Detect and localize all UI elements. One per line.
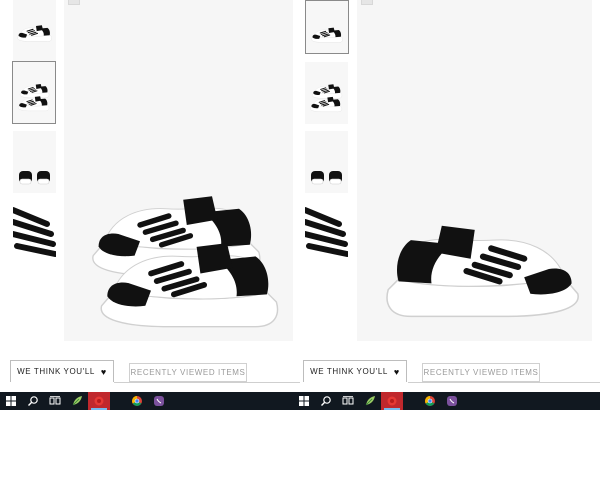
taskbar-spacer <box>110 392 126 410</box>
tab-label: RECENTLY VIEWED ITEMS <box>130 368 246 377</box>
sneaker-back-thumb-icon <box>311 171 342 185</box>
task-view-button[interactable] <box>337 392 359 410</box>
windows-start-button[interactable] <box>293 392 315 410</box>
tab-label: WE THINK YOU'LL <box>310 367 388 376</box>
viber-icon <box>447 396 457 406</box>
taskbar-app-feather[interactable] <box>66 392 88 410</box>
tab-label: RECENTLY VIEWED ITEMS <box>423 368 539 377</box>
thumbnail-side-view[interactable] <box>305 0 349 54</box>
zoom-toggle[interactable] <box>361 0 373 5</box>
taskbar-app-chrome[interactable] <box>126 392 148 410</box>
search-icon <box>28 396 38 406</box>
tabs-divider <box>408 382 600 383</box>
chrome-icon <box>425 396 435 406</box>
tab-we-think-youll[interactable]: WE THINK YOU'LL ♥ <box>303 360 407 382</box>
heart-icon: ♥ <box>100 366 107 377</box>
taskbar-app-feather[interactable] <box>359 392 381 410</box>
taskbar-search-button[interactable] <box>315 392 337 410</box>
sneaker-laces-closeup-thumb-icon <box>305 200 348 262</box>
viber-icon <box>154 396 164 406</box>
sneaker-laces-closeup-thumb-icon <box>13 200 56 262</box>
tab-recently-viewed[interactable]: RECENTLY VIEWED ITEMS <box>129 363 247 382</box>
windows-start-icon <box>6 396 16 406</box>
taskbar-app-red[interactable] <box>88 392 110 410</box>
thumbnail-side-view[interactable] <box>13 0 56 62</box>
task-view-button[interactable] <box>44 392 66 410</box>
feather-app-icon <box>72 396 82 406</box>
thumbnail-back-view[interactable] <box>13 131 56 193</box>
taskbar-app-viber[interactable] <box>441 392 463 410</box>
product-main-image[interactable] <box>64 0 293 341</box>
sneaker-pair-product-image <box>64 0 293 341</box>
sneaker-side-thumb-icon <box>16 24 53 43</box>
tabs-divider <box>114 382 300 383</box>
product-gallery-left: WE THINK YOU'LL ♥ RECENTLY VIEWED ITEMS <box>0 0 300 412</box>
heart-icon: ♥ <box>393 366 400 377</box>
taskbar-spacer <box>403 392 419 410</box>
task-view-icon <box>49 396 61 405</box>
taskbar-app-red[interactable] <box>381 392 403 410</box>
sneaker-single-product-image <box>357 0 592 341</box>
sneaker-back-thumb-icon <box>19 171 50 185</box>
thumbnail-pair-view[interactable] <box>305 62 348 124</box>
tab-recently-viewed[interactable]: RECENTLY VIEWED ITEMS <box>422 363 540 382</box>
sneaker-pair-thumb-icon <box>17 83 50 112</box>
recommendation-tabs: WE THINK YOU'LL ♥ RECENTLY VIEWED ITEMS <box>10 360 294 382</box>
red-app-icon <box>94 396 104 406</box>
sneaker-pair-thumb-icon <box>309 83 343 113</box>
sneaker-side-thumb-icon <box>310 26 344 44</box>
tab-label: WE THINK YOU'LL <box>17 367 95 376</box>
thumbnail-back-view[interactable] <box>305 131 348 193</box>
tab-we-think-youll[interactable]: WE THINK YOU'LL ♥ <box>10 360 114 382</box>
task-view-icon <box>342 396 354 405</box>
windows-taskbar <box>0 392 293 410</box>
recommendation-tabs: WE THINK YOU'LL ♥ RECENTLY VIEWED ITEMS <box>303 360 587 382</box>
taskbar-app-chrome[interactable] <box>419 392 441 410</box>
feather-app-icon <box>365 396 375 406</box>
red-app-icon <box>387 396 397 406</box>
product-gallery-right: WE THINK YOU'LL ♥ RECENTLY VIEWED ITEMS <box>300 0 600 412</box>
thumbnail-pair-view[interactable] <box>12 61 56 124</box>
taskbar-app-viber[interactable] <box>148 392 170 410</box>
windows-start-button[interactable] <box>0 392 22 410</box>
product-main-image[interactable] <box>357 0 592 341</box>
thumbnail-laces-closeup[interactable] <box>13 200 56 262</box>
windows-start-icon <box>299 396 309 406</box>
chrome-icon <box>132 396 142 406</box>
zoom-toggle[interactable] <box>68 0 80 5</box>
windows-taskbar <box>293 392 600 410</box>
taskbar-search-button[interactable] <box>22 392 44 410</box>
search-icon <box>321 396 331 406</box>
thumbnail-laces-closeup[interactable] <box>305 200 348 262</box>
